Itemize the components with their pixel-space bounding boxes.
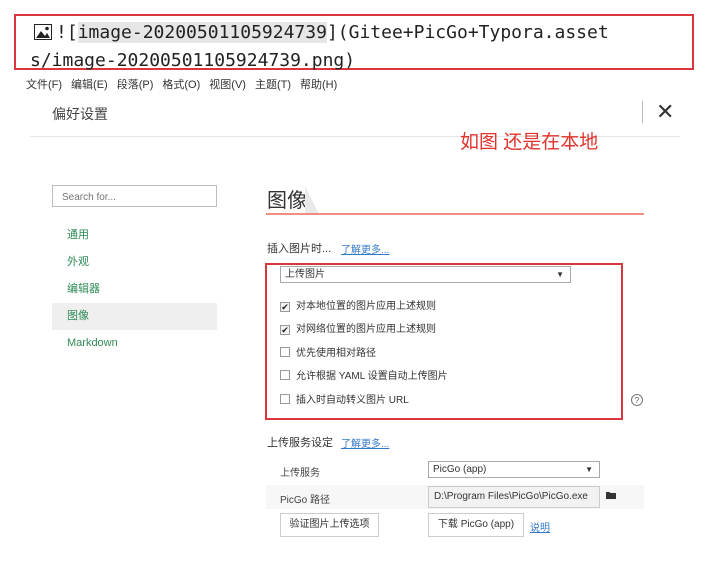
option-apply-local[interactable]: ✔ 对本地位置的图片应用上述规则 bbox=[280, 300, 436, 314]
help-icon[interactable]: ? bbox=[631, 394, 643, 406]
verify-upload-button[interactable]: 验证图片上传选项 bbox=[280, 513, 379, 537]
sidebar-item-markdown[interactable]: Markdown bbox=[52, 330, 217, 357]
selected-text[interactable]: image-20200501105924739 bbox=[77, 22, 327, 43]
menu-theme[interactable]: 主题(T) bbox=[255, 79, 291, 91]
option-relative-path[interactable]: 优先使用相对路径 bbox=[280, 347, 376, 361]
snippet-line-2: s/image-20200501105924739.png) bbox=[30, 50, 356, 71]
checkbox-checked-icon[interactable]: ✔ bbox=[280, 325, 290, 335]
download-picgo-button[interactable]: 下载 PicGo (app) bbox=[428, 513, 524, 537]
insert-learn-more-link[interactable]: 了解更多... bbox=[341, 241, 389, 256]
upload-service-select[interactable]: PicGo (app) ▼ bbox=[428, 461, 600, 478]
picgo-path-input[interactable]: D:\Program Files\PicGo\PicGo.exe bbox=[428, 486, 600, 508]
annotation-text: 如图 还是在本地 bbox=[460, 132, 599, 153]
dropdown-arrow-icon: ▼ bbox=[585, 465, 593, 474]
menu-edit[interactable]: 编辑(E) bbox=[71, 79, 108, 91]
markdown-snippet: ![image-20200501105924739](Gitee+PicGo+T… bbox=[14, 14, 694, 71]
menu-help[interactable]: 帮助(H) bbox=[300, 79, 337, 91]
snippet-line-1: ![image-20200501105924739](Gitee+PicGo+T… bbox=[34, 22, 609, 43]
checkbox-icon[interactable] bbox=[280, 347, 290, 357]
menu-view[interactable]: 视图(V) bbox=[209, 79, 246, 91]
close-icon[interactable]: ✕ bbox=[656, 100, 674, 124]
sidebar-item-general[interactable]: 通用 bbox=[52, 222, 217, 249]
section-title: 图像 bbox=[267, 190, 307, 212]
insert-label: 插入图片时... bbox=[267, 243, 332, 255]
checkbox-checked-icon[interactable]: ✔ bbox=[280, 302, 290, 312]
menu-paragraph[interactable]: 段落(P) bbox=[117, 79, 154, 91]
upload-service-label: 上传服务 bbox=[280, 468, 320, 479]
title-tab-decoration bbox=[305, 186, 319, 214]
sidebar-item-image[interactable]: 图像 bbox=[52, 303, 217, 330]
explain-link[interactable]: 说明 bbox=[530, 519, 550, 534]
upload-learn-more-link[interactable]: 了解更多... bbox=[341, 435, 389, 450]
checkbox-icon[interactable] bbox=[280, 370, 290, 380]
menu-format[interactable]: 格式(O) bbox=[162, 79, 200, 91]
insert-action-select[interactable]: 上传图片 ▼ bbox=[280, 266, 571, 283]
option-escape-url[interactable]: 插入时自动转义图片 URL bbox=[280, 394, 409, 408]
sidebar-item-editor[interactable]: 编辑器 bbox=[52, 276, 217, 303]
search-input[interactable] bbox=[60, 187, 214, 207]
section-title-underline bbox=[266, 213, 644, 215]
sidebar-item-appearance[interactable]: 外观 bbox=[52, 249, 217, 276]
option-yaml-upload[interactable]: 允许根据 YAML 设置自动上传图片 bbox=[280, 370, 448, 384]
page-title: 偏好设置 bbox=[52, 106, 108, 122]
picgo-path-label: PicGo 路径 bbox=[280, 495, 331, 506]
folder-icon[interactable] bbox=[606, 491, 616, 499]
dropdown-arrow-icon: ▼ bbox=[556, 270, 564, 279]
menu-file[interactable]: 文件(F) bbox=[26, 79, 62, 91]
search-field[interactable] bbox=[52, 185, 217, 207]
image-icon bbox=[34, 24, 52, 40]
checkbox-icon[interactable] bbox=[280, 394, 290, 404]
option-apply-network[interactable]: ✔ 对网络位置的图片应用上述规则 bbox=[280, 323, 436, 337]
upload-label: 上传服务设定 bbox=[267, 437, 333, 449]
header-divider bbox=[642, 101, 643, 123]
menubar: 文件(F) 编辑(E) 段落(P) 格式(O) 视图(V) 主题(T) 帮助(H) bbox=[26, 76, 346, 92]
